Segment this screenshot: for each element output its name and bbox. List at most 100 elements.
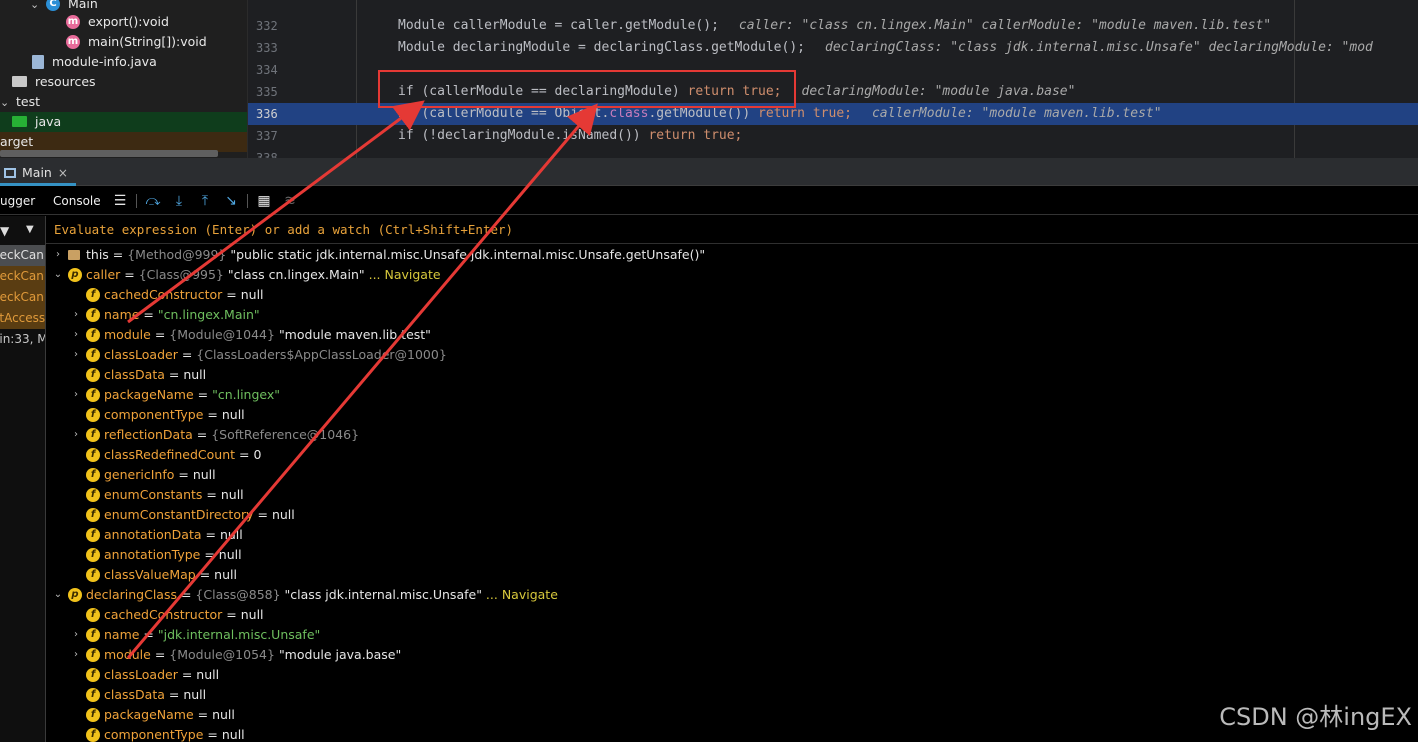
tree-item-export[interactable]: m export():void (0, 12, 247, 32)
variable-row[interactable]: › f name = "jdk.internal.misc.Unsafe" (46, 625, 1418, 645)
variable-value: null (219, 527, 243, 542)
variable-value: null (214, 567, 237, 582)
chevron-right-icon[interactable]: › (70, 645, 82, 665)
chevron-right-icon[interactable]: › (52, 245, 64, 265)
project-tree: ⌄ C Main m export():void m main(String[]… (0, 0, 248, 158)
equals-sign: = (193, 387, 213, 402)
chevron-right-icon[interactable]: › (70, 625, 82, 645)
variable-row[interactable]: › f module = {Module@1044} "module maven.l… (46, 325, 1418, 345)
variable-row[interactable]: f cachedConstructor = null (46, 285, 1418, 305)
chevron-right-icon[interactable]: › (70, 385, 82, 405)
method-icon: m (66, 34, 80, 49)
field-icon: f (86, 528, 100, 542)
variable-content: cachedConstructor = null (104, 285, 264, 305)
frame-item[interactable]: etAccess (0, 308, 45, 329)
chevron-right-icon[interactable]: › (70, 305, 82, 325)
code-line[interactable]: 338 (248, 147, 1418, 158)
navigate-link[interactable]: ... Navigate (482, 587, 558, 602)
variable-value: 0 (253, 447, 262, 462)
trace-icon[interactable]: ≋ (281, 192, 299, 210)
variable-row[interactable]: › f name = "cn.lingex.Main" (46, 305, 1418, 325)
evaluate-expression-bar[interactable]: Evaluate expression (Enter) or add a wat… (46, 216, 1418, 244)
variable-name: classRedefinedCount (104, 447, 236, 462)
tab-console[interactable]: Console (53, 187, 101, 215)
variable-row[interactable]: ⌄ p declaringClass = {Class@858} "class jd… (46, 585, 1418, 605)
horizontal-scrollbar[interactable] (0, 150, 218, 157)
tree-item-module-info[interactable]: module-info.java (0, 52, 247, 72)
variable-row[interactable]: f classData = null (46, 685, 1418, 705)
variable-row[interactable]: ⌄ p caller = {Class@995} "class cn.lingex.… (46, 265, 1418, 285)
filter-icon[interactable]: ▼ (0, 224, 9, 238)
frame-item[interactable]: heckCan (0, 266, 45, 287)
tree-item-label: Main (67, 0, 98, 11)
code-line[interactable]: 332 Module callerModule = caller.getModu… (248, 15, 1418, 37)
variable-row[interactable]: › this = {Method@999} "public static jdk.… (46, 245, 1418, 265)
variable-row[interactable]: f enumConstants = null (46, 485, 1418, 505)
variable-content: module = {Module@1054} "module java.base… (104, 645, 401, 665)
variable-name: componentType (104, 407, 204, 422)
evaluate-table-icon[interactable]: ▦ (255, 192, 273, 210)
variable-name: module (104, 647, 151, 662)
variable-content: componentType = null (104, 725, 245, 742)
variable-row[interactable]: f cachedConstructor = null (46, 605, 1418, 625)
tree-item-label: arget (0, 134, 34, 149)
equals-sign: = (150, 647, 170, 662)
variable-type: {ClassLoaders$AppClassLoader@1000} (196, 347, 447, 362)
variable-row[interactable]: f classData = null (46, 365, 1418, 385)
variable-row[interactable]: f classRedefinedCount = 0 (46, 445, 1418, 465)
variable-row[interactable]: f enumConstantDirectory = null (46, 505, 1418, 525)
variable-row[interactable]: › f reflectionData = {SoftReference@1046} (46, 425, 1418, 445)
layout-menu-icon[interactable]: ☰ (111, 192, 129, 210)
chevron-right-icon[interactable]: › (70, 425, 82, 445)
variable-row[interactable]: f componentType = null (46, 405, 1418, 425)
variable-row[interactable]: f classValueMap = null (46, 565, 1418, 585)
inline-value-hint: callerModule: "module maven.lib.test" (871, 106, 1162, 121)
field-icon: f (86, 368, 100, 382)
step-over-icon[interactable]: ⤼ (144, 192, 162, 210)
tree-item-test[interactable]: ⌄ test (0, 92, 247, 112)
tree-item-label: main(String[]):void (87, 34, 207, 49)
tab-debugger[interactable]: ugger (0, 187, 35, 215)
tree-item-label: test (15, 94, 40, 109)
navigate-link[interactable]: ... Navigate (365, 267, 441, 282)
code-line[interactable]: 337 if (!declaringModule.isNamed()) retu… (248, 125, 1418, 147)
step-out-icon[interactable]: ⤒ (196, 192, 214, 210)
code-line[interactable]: 333 Module declaringModule = declaringCl… (248, 37, 1418, 59)
run-to-cursor-icon[interactable]: ↘ (222, 192, 240, 210)
field-icon: f (86, 388, 100, 402)
variable-row[interactable]: › f packageName = "cn.lingex" (46, 385, 1418, 405)
tree-item-java[interactable]: java (0, 112, 247, 132)
chevron-down-icon[interactable]: ⌄ (0, 93, 12, 113)
variable-row[interactable]: f annotationType = null (46, 545, 1418, 565)
chevron-down-icon[interactable]: ⌄ (52, 265, 64, 285)
tree-item-main-method[interactable]: m main(String[]):void (0, 32, 247, 52)
variable-type: {Class@858} (195, 587, 285, 602)
variable-row[interactable]: f componentType = null (46, 725, 1418, 742)
field-icon: f (86, 668, 100, 682)
chevron-right-icon[interactable]: › (70, 345, 82, 365)
frame-item[interactable]: heckCan (0, 245, 45, 266)
code-text: if (callerModule == Object. (398, 106, 610, 121)
field-icon: f (86, 488, 100, 502)
tree-item-target[interactable]: arget (0, 132, 247, 152)
variable-value: null (271, 507, 295, 522)
frame-item[interactable]: ain:33, M (0, 329, 45, 350)
variable-name: enumConstants (104, 487, 203, 502)
variable-row[interactable]: › f module = {Module@1054} "module java.ba… (46, 645, 1418, 665)
variable-row[interactable]: › f classLoader = {ClassLoaders$AppClassLo… (46, 345, 1418, 365)
close-icon[interactable]: × (58, 166, 68, 180)
chevron-down-icon[interactable]: ⌄ (52, 585, 64, 605)
step-into-icon[interactable]: ⤓ (170, 192, 188, 210)
frame-item[interactable]: heckCan (0, 287, 45, 308)
variable-row[interactable]: f genericInfo = null (46, 465, 1418, 485)
tree-item-resources[interactable]: resources (0, 72, 247, 92)
chevron-right-icon[interactable]: › (70, 325, 82, 345)
evaluate-input[interactable]: Evaluate expression (Enter) or add a wat… (54, 216, 513, 244)
chevron-down-icon[interactable]: ▼ (26, 224, 34, 235)
variable-row[interactable]: f packageName = null (46, 705, 1418, 725)
variable-row[interactable]: f annotationData = null (46, 525, 1418, 545)
variable-row[interactable]: f classLoader = null (46, 665, 1418, 685)
variable-content: classLoader = {ClassLoaders$AppClassLoad… (104, 345, 447, 365)
tab-main[interactable]: Main × (0, 162, 76, 186)
variable-type: {Module@1054} (169, 647, 279, 662)
